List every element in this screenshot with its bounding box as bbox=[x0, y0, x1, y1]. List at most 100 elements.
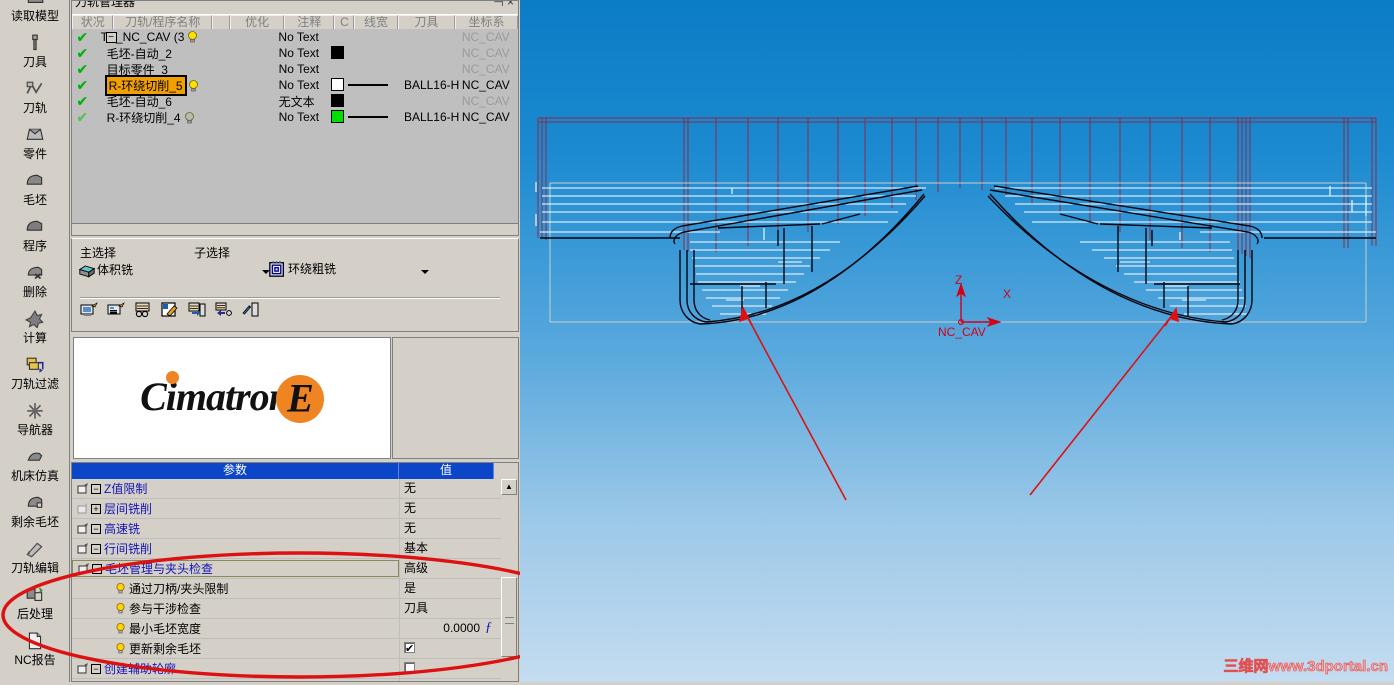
parameter-row[interactable]: 更新剩余毛坯 bbox=[72, 639, 518, 659]
new-procedure-icon[interactable] bbox=[80, 302, 98, 318]
rail-item-part[interactable]: 零件 bbox=[0, 124, 69, 170]
param-group-icon[interactable] bbox=[76, 482, 89, 495]
toolpath-tree-row[interactable]: ✔ R-环绕切削_5 No Text BALL16-H NC_CAV bbox=[72, 74, 518, 96]
status-check-icon[interactable]: ✔ bbox=[72, 62, 93, 77]
param-group-icon[interactable] bbox=[76, 662, 89, 675]
bulb-icon[interactable] bbox=[114, 582, 127, 595]
toolpath-name-cell[interactable]: R-环绕切削_4 bbox=[93, 109, 236, 126]
parameter-value-cell[interactable]: 高级 bbox=[399, 559, 494, 578]
parameter-name-cell[interactable]: 更新剩余毛坯 bbox=[72, 640, 399, 657]
parameter-row[interactable]: − 高速铣无 bbox=[72, 519, 518, 539]
lightbulb-icon[interactable] bbox=[184, 111, 195, 124]
rail-item-calculate[interactable]: 计算 bbox=[0, 308, 69, 354]
parameter-name-cell[interactable]: − 毛坯管理与夹头检查 bbox=[72, 560, 399, 577]
color-swatch[interactable] bbox=[331, 45, 345, 59]
parameter-checkbox[interactable] bbox=[404, 640, 415, 658]
parameter-checkbox[interactable] bbox=[404, 662, 415, 673]
rail-item-toolpath-filter[interactable]: 刀轨过滤 bbox=[0, 354, 69, 400]
parameter-row[interactable]: 参与干涉检查 刀具 bbox=[72, 599, 518, 619]
parameter-value-cell[interactable]: 无 bbox=[399, 479, 494, 498]
toolpath-name-cell[interactable]: 毛坯-自动_6 bbox=[93, 93, 236, 110]
parameter-value-cell[interactable]: 基本 bbox=[399, 539, 494, 558]
tree-column-header[interactable]: 刀具 bbox=[397, 15, 456, 29]
color-swatch[interactable] bbox=[331, 93, 345, 107]
status-check-icon[interactable]: ✔ bbox=[72, 94, 93, 109]
tree-column-header[interactable]: 坐标系 bbox=[455, 15, 518, 29]
parameter-row[interactable]: 通过刀柄/夹头限制 是 bbox=[72, 579, 518, 599]
copy-procedure-icon[interactable] bbox=[107, 302, 125, 318]
parameter-value-cell[interactable]: 是 bbox=[399, 579, 494, 598]
scroll-up-button[interactable]: ▲ bbox=[501, 479, 517, 495]
toolpath-tree-row[interactable]: ✔ − TP_NC_CAV (3 No Text NC_CAV bbox=[72, 29, 518, 45]
toolpath-name-cell[interactable]: R-环绕切削_5 bbox=[93, 74, 236, 96]
parameter-name-cell[interactable]: − 高速铣 bbox=[72, 520, 399, 537]
rail-item-nc-report[interactable]: NC报告 bbox=[0, 630, 69, 676]
param-group-dim-icon[interactable] bbox=[76, 502, 89, 515]
param-expander-icon[interactable]: − bbox=[91, 663, 101, 674]
status-check-icon[interactable]: ✔ bbox=[72, 46, 93, 61]
parameter-name-cell[interactable]: + 层间铣削 bbox=[72, 500, 399, 517]
procedure-list-icon[interactable] bbox=[134, 302, 152, 318]
rail-item-program[interactable]: 程序 bbox=[0, 216, 69, 262]
param-expander-icon[interactable]: + bbox=[91, 503, 101, 514]
tree-expander-icon[interactable]: − bbox=[105, 32, 117, 43]
toolpath-tree-row[interactable]: ✔ R-环绕切削_4 No Text BALL16-H NC_CAV bbox=[72, 109, 518, 125]
parameter-value-cell[interactable]: 无 bbox=[399, 499, 494, 518]
toolpath-tree-body[interactable]: ✔ − TP_NC_CAV (3 No Text NC_CAV ✔ 毛坯-自动_2 No Te… bbox=[72, 29, 518, 224]
rail-item-toolpath[interactable]: 刀轨 bbox=[0, 78, 69, 124]
sub-selection-combo[interactable]: 环绕粗铣 bbox=[268, 260, 336, 277]
rail-item-import-model[interactable]: 读取模型 bbox=[0, 0, 69, 32]
parameter-name-cell[interactable]: − 行间铣削 bbox=[72, 540, 399, 557]
toolpath-name-cell[interactable]: 目标零件_3 bbox=[93, 61, 236, 78]
toolpath-tree-row[interactable]: ✔ 毛坯-自动_6 无文本 NC_CAV bbox=[72, 93, 518, 109]
param-expander-icon[interactable]: − bbox=[92, 563, 102, 574]
lightbulb-icon[interactable] bbox=[188, 79, 199, 92]
parameter-row[interactable]: − 创建辅助轮廓 bbox=[72, 659, 518, 679]
parameter-value-cell[interactable]: 刀具 bbox=[399, 599, 494, 618]
bulb-icon[interactable] bbox=[114, 622, 127, 635]
edit-procedure-icon[interactable] bbox=[161, 302, 179, 318]
tree-column-header[interactable]: 注释 bbox=[284, 15, 335, 29]
sub-selection-chevron-down-icon[interactable] bbox=[421, 270, 429, 274]
color-swatch-cell[interactable] bbox=[327, 109, 348, 125]
rail-item-machine-simulation[interactable]: 机床仿真 bbox=[0, 446, 69, 492]
status-check-icon[interactable]: ✔ bbox=[72, 78, 93, 93]
parameter-value-cell[interactable]: 0.0000 ƒ bbox=[399, 619, 494, 638]
color-swatch[interactable] bbox=[331, 109, 345, 123]
parameter-value-cell[interactable]: 无 bbox=[399, 519, 494, 538]
parameter-name-cell[interactable]: 通过刀柄/夹头限制 bbox=[72, 580, 399, 597]
batch-procedure-icon[interactable] bbox=[215, 302, 233, 318]
toolpath-tree-row[interactable]: ✔ 毛坯-自动_2 No Text NC_CAV bbox=[72, 45, 518, 61]
parameter-name-cell[interactable]: 参与干涉检查 bbox=[72, 600, 399, 617]
parameter-grid-scrollbar[interactable]: ▲ bbox=[501, 479, 517, 681]
tree-column-header[interactable]: C bbox=[334, 15, 355, 29]
tree-column-header[interactable]: 优化 bbox=[230, 15, 285, 29]
rail-item-toolpath-edit[interactable]: 刀轨编辑 bbox=[0, 538, 69, 584]
status-check-icon[interactable]: ✔ bbox=[72, 110, 93, 125]
color-swatch[interactable] bbox=[331, 77, 345, 91]
tree-column-header[interactable]: 刀轨/程序名称 bbox=[113, 15, 213, 29]
rail-item-postprocess[interactable]: 后处理 bbox=[0, 584, 69, 630]
parameter-name-cell[interactable]: − 创建辅助轮廓 bbox=[72, 660, 399, 677]
save-procedure-icon[interactable] bbox=[188, 302, 206, 318]
color-swatch-cell[interactable] bbox=[327, 77, 348, 93]
rail-item-tool[interactable]: 刀具 bbox=[0, 32, 69, 78]
param-expander-icon[interactable]: − bbox=[91, 523, 101, 534]
tree-column-header[interactable]: 状况 bbox=[72, 15, 114, 29]
formula-icon[interactable]: ƒ bbox=[485, 619, 492, 637]
param-expander-icon[interactable]: − bbox=[91, 543, 101, 554]
parameter-grid-rows[interactable]: − Z值限制无 + 层间铣削无 − 高速铣无 − 行间铣削 基本 − 毛坯管理与夹头检查 高级 通过刀柄… bbox=[72, 479, 518, 681]
param-group-icon[interactable] bbox=[76, 522, 89, 535]
color-swatch-cell[interactable] bbox=[327, 45, 348, 61]
parameter-value-cell[interactable] bbox=[399, 659, 494, 678]
parameter-row[interactable]: + 层间铣削无 bbox=[72, 499, 518, 519]
rail-item-delete[interactable]: 删除 bbox=[0, 262, 69, 308]
parameter-name-cell[interactable]: − Z值限制 bbox=[72, 480, 399, 497]
param-expander-icon[interactable]: − bbox=[91, 483, 101, 494]
param-group-icon[interactable] bbox=[76, 542, 89, 555]
lightbulb-icon[interactable] bbox=[187, 31, 198, 43]
parameter-row[interactable]: − 毛坯管理与夹头检查 高级 bbox=[72, 559, 518, 579]
parameter-value-cell[interactable] bbox=[399, 639, 494, 658]
rail-item-navigator[interactable]: 导航器 bbox=[0, 400, 69, 446]
toolpath-tree-row[interactable]: ✔ 目标零件_3 No Text NC_CAV bbox=[72, 61, 518, 77]
